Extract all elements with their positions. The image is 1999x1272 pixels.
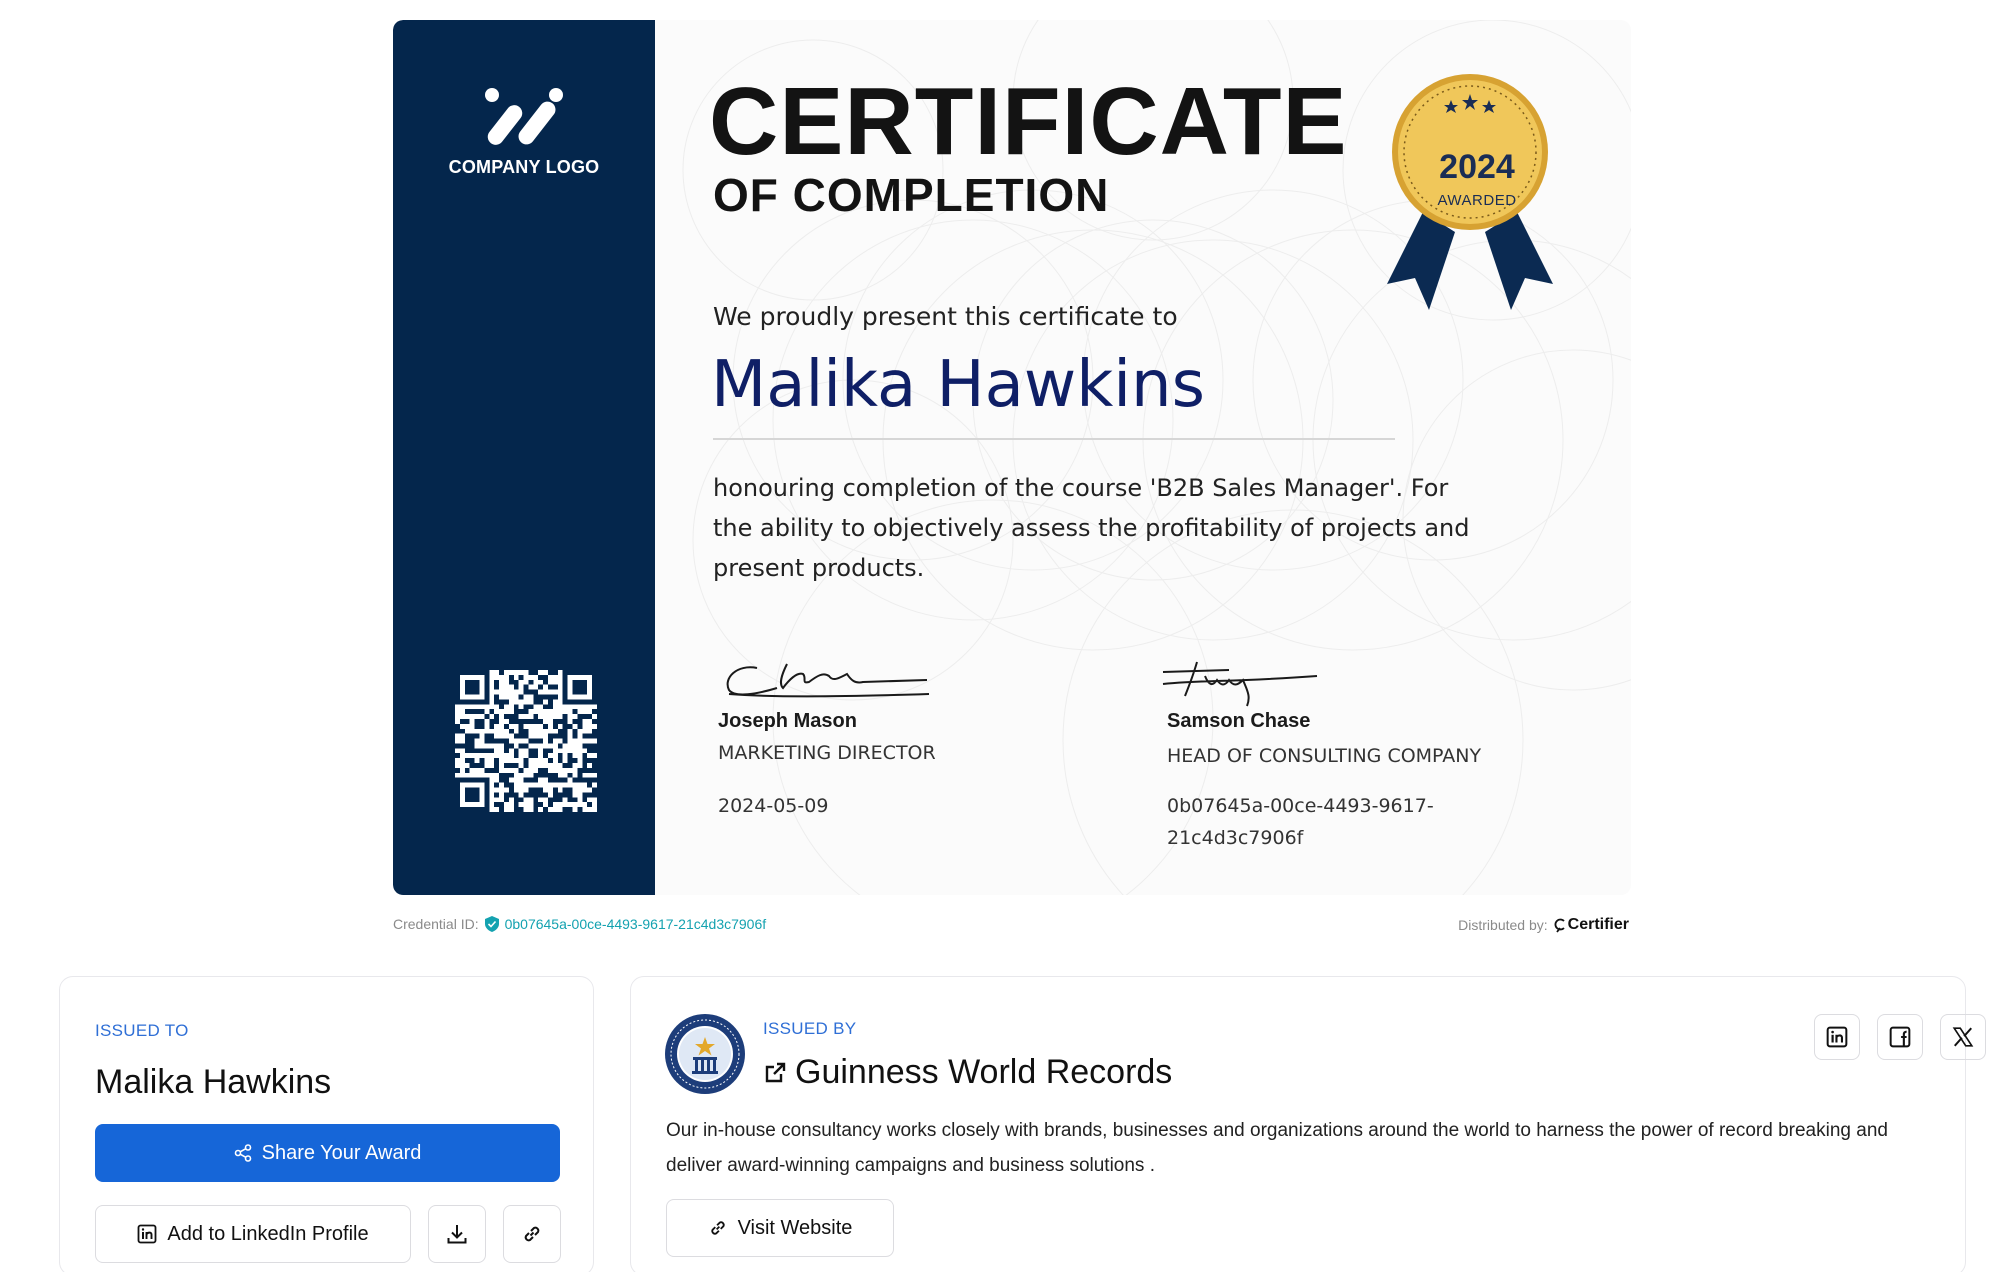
certificate: COMPANY LOGO CERTIFICATE OF COMPLETION 2… — [393, 20, 1631, 895]
company-logo-icon — [485, 88, 563, 145]
issuer-name: Guinness World Records — [795, 1053, 1173, 1091]
share-icon — [234, 1144, 251, 1162]
signature-samson-chase — [1162, 661, 1318, 707]
distributed-by-row: Distributed by: Certifier — [1458, 916, 1629, 934]
link-icon — [710, 1221, 725, 1235]
link-icon — [524, 1226, 540, 1242]
visit-website-button[interactable]: Visit Website — [666, 1199, 894, 1257]
guinness-world-records-logo — [665, 1014, 745, 1094]
issued-by-card: ISSUED BY Guinness World Records Our in-… — [630, 976, 1986, 1272]
distributed-by-label: Distributed by: — [1458, 917, 1548, 933]
share-award-label: Share Your Award — [261, 1141, 422, 1164]
certificate-title: CERTIFICATE — [709, 68, 1348, 175]
share-award-button[interactable]: Share Your Award — [95, 1124, 560, 1182]
share-linkedin-button[interactable] — [1814, 1014, 1860, 1060]
signatory-1-name: Joseph Mason — [718, 710, 857, 732]
certifier-brand[interactable]: Certifier — [1554, 916, 1629, 934]
download-icon — [447, 1225, 467, 1244]
qr-code — [455, 670, 597, 812]
share-x-button[interactable] — [1940, 1014, 1986, 1060]
credential-id-row: Credential ID: 0b07645a-00ce-4493-9617-2… — [393, 916, 766, 932]
seal-label: AWARDED — [1437, 192, 1517, 209]
certifier-name: Certifier — [1567, 916, 1629, 933]
signatory-2-role: HEAD OF CONSULTING COMPANY — [1167, 745, 1482, 767]
name-divider — [713, 438, 1395, 440]
certifier-logo-icon — [1554, 918, 1565, 933]
signatory-2-name: Samson Chase — [1167, 710, 1311, 732]
credential-id-label: Credential ID: — [393, 916, 479, 932]
issued-to-card: ISSUED TO Malika Hawkins Share Your Awar… — [59, 976, 594, 1272]
facebook-icon — [1889, 1026, 1911, 1048]
certificate-sidebar: COMPANY LOGO — [393, 20, 655, 895]
present-line: We proudly present this certificate to — [713, 302, 1178, 331]
recipient-name: Malika Hawkins — [711, 348, 1205, 422]
certificate-id-text: 0b07645a-00ce-4493-9617-21c4d3c7906f — [1167, 795, 1434, 849]
linkedin-icon — [137, 1224, 157, 1244]
credential-id-value[interactable]: 0b07645a-00ce-4493-9617-21c4d3c7906f — [505, 916, 767, 932]
company-logo-text: COMPANY LOGO — [448, 157, 600, 177]
external-link-icon — [765, 1062, 786, 1082]
certificate-description: honouring completion of the course 'B2B … — [713, 474, 1470, 582]
issued-to-name: Malika Hawkins — [95, 1063, 332, 1101]
verified-shield-icon — [484, 916, 499, 932]
issued-to-label: ISSUED TO — [95, 1021, 189, 1040]
linkedin-icon — [1826, 1026, 1848, 1048]
add-linkedin-label: Add to LinkedIn Profile — [167, 1222, 369, 1245]
visit-website-label: Visit Website — [737, 1216, 853, 1239]
issue-date: 2024-05-09 — [718, 795, 829, 817]
add-linkedin-button[interactable]: Add to LinkedIn Profile — [95, 1205, 411, 1263]
signature-joseph-mason — [726, 663, 930, 698]
x-icon — [1952, 1027, 1974, 1047]
seal-year: 2024 — [1439, 148, 1515, 186]
copy-link-button[interactable] — [503, 1205, 561, 1263]
issued-by-label: ISSUED BY — [763, 1019, 857, 1038]
issuer-name-link[interactable]: Guinness World Records — [763, 1053, 1172, 1092]
share-facebook-button[interactable] — [1877, 1014, 1923, 1060]
signatory-1-role: MARKETING DIRECTOR — [718, 742, 936, 764]
certificate-subtitle: OF COMPLETION — [713, 169, 1110, 221]
download-button[interactable] — [428, 1205, 486, 1263]
issuer-description: Our in-house consultancy works closely w… — [666, 1120, 1888, 1176]
